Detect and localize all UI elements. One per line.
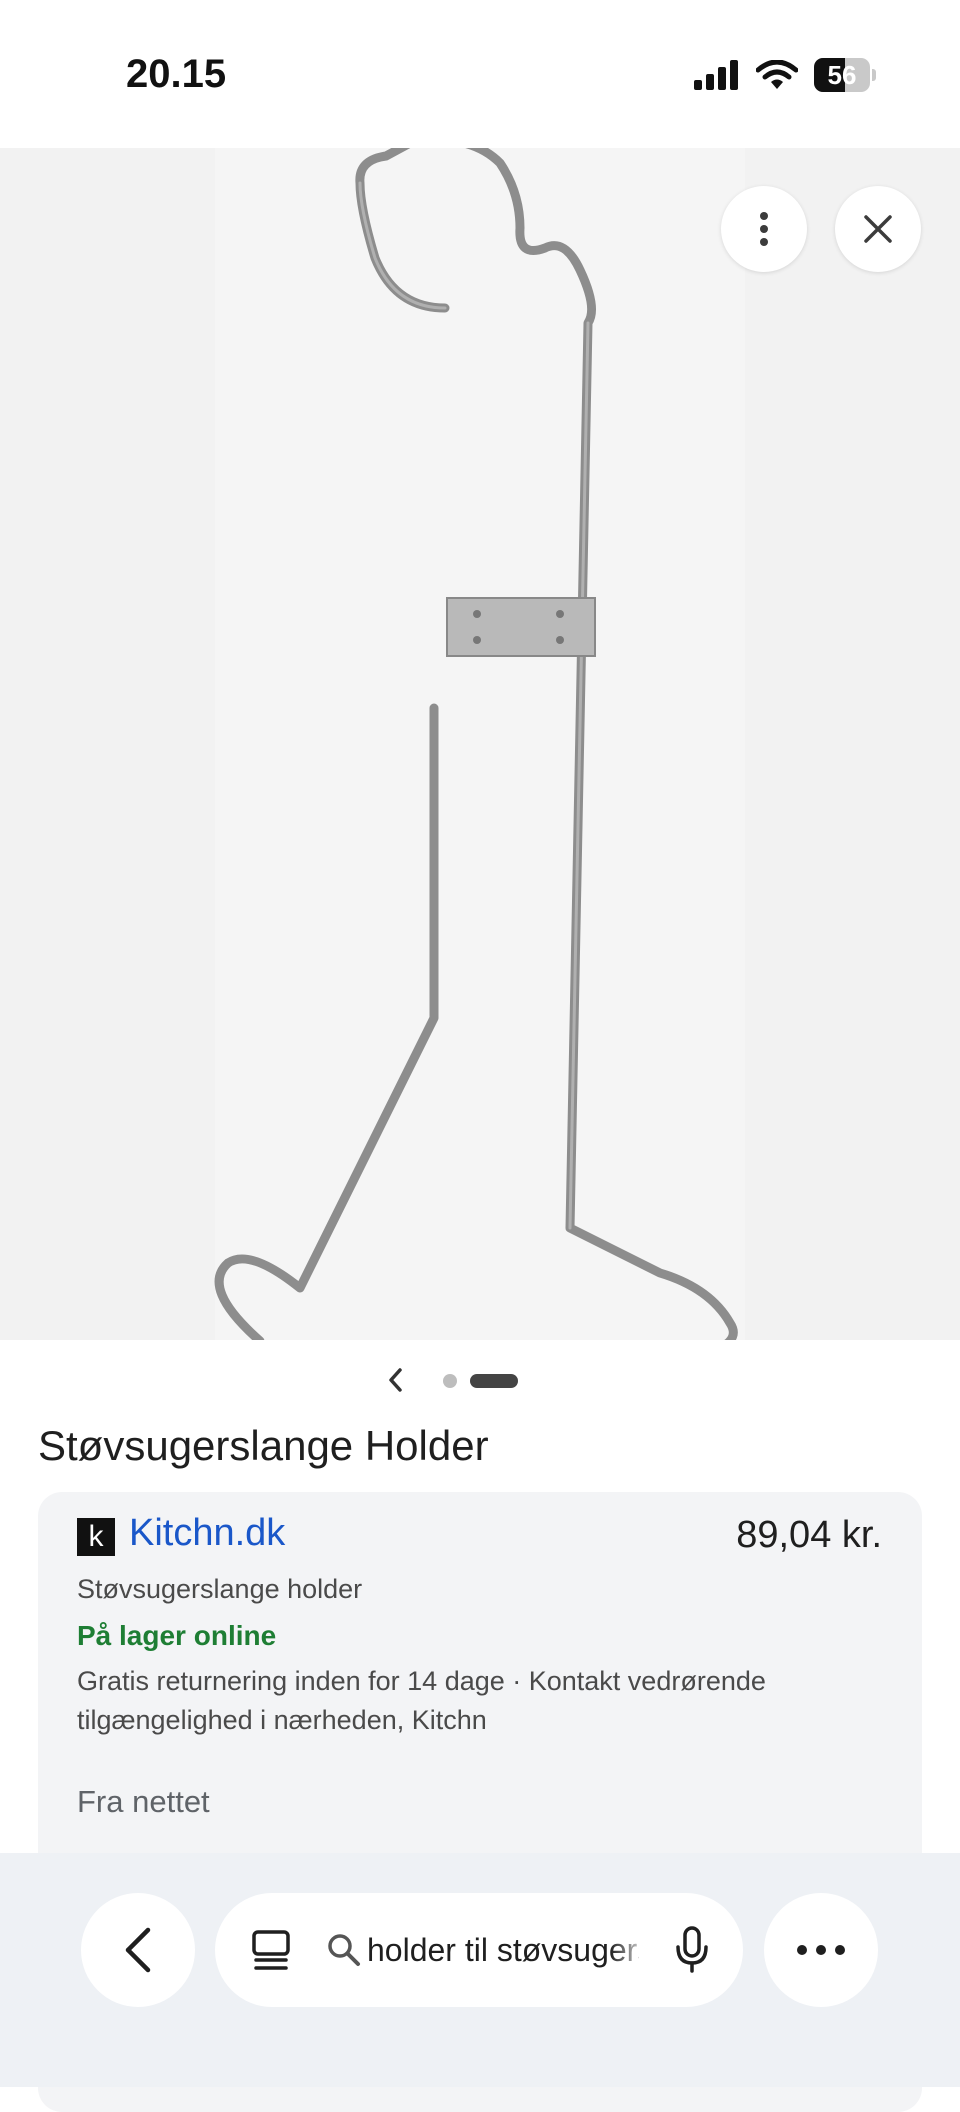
battery-icon: 56 (814, 58, 876, 92)
shipping-info: Gratis returnering inden for 14 dage · K… (77, 1666, 766, 1735)
back-icon (125, 1927, 151, 1973)
mic-icon[interactable] (675, 1925, 709, 1975)
pager-dot-active (470, 1374, 518, 1388)
product-image-viewer[interactable] (0, 148, 960, 1340)
image-pager (0, 1358, 960, 1402)
product-title: Støvsugerslange Holder (38, 1422, 489, 1469)
merchant-logo: k (77, 1518, 115, 1556)
offer-product-name: Støvsugerslange holder (77, 1574, 363, 1604)
address-bar[interactable]: holder til støvsugerslange (215, 1893, 743, 2007)
pager-dot[interactable] (443, 1374, 457, 1388)
close-icon (864, 215, 892, 243)
close-button[interactable] (835, 186, 921, 272)
status-time: 20.15 (126, 52, 227, 96)
section-label: Fra nettet (77, 1784, 210, 1819)
bottom-toolbar: holder til støvsugerslange (0, 1853, 960, 2087)
battery-level: 56 (827, 60, 857, 90)
status-bar: 20.15 56 (0, 0, 960, 148)
product-image (214, 148, 738, 1340)
stock-status: På lager online (77, 1620, 277, 1651)
wifi-icon (756, 60, 798, 89)
signal-icon (694, 60, 738, 90)
search-icon (328, 1934, 360, 1966)
more-vertical-icon (760, 212, 768, 246)
status-icons: 56 (694, 58, 876, 92)
previous-image-button[interactable] (380, 1358, 410, 1402)
search-query[interactable]: holder til støvsugerslange (367, 1929, 639, 1971)
more-options-button[interactable] (721, 186, 807, 272)
tabs-icon (252, 1930, 290, 1970)
more-menu-button[interactable] (764, 1893, 878, 2007)
back-button[interactable] (81, 1893, 195, 2007)
merchant-link[interactable]: Kitchn.dk (129, 1512, 285, 1555)
price: 89,04 kr. (736, 1514, 882, 1556)
more-horizontal-icon (797, 1945, 845, 1955)
chevron-left-icon (389, 1368, 402, 1392)
